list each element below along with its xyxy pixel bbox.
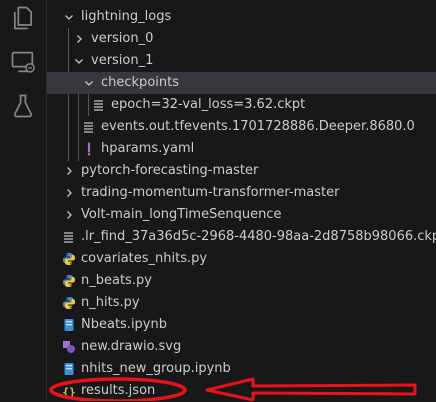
tree-item-label: n_hits.py [81,295,140,310]
tree-item-pytorch-forecasting-master[interactable]: pytorch-forecasting-master [47,160,436,182]
tree-item-label: epoch=32-val_loss=3.62.ckpt [111,97,306,112]
tree-item-events-out-tfevents-1701728886-deeper-8680-0[interactable]: events.out.tfevents.1701728886.Deeper.86… [47,116,436,138]
lines-file-icon [82,120,96,134]
tree-item-label: Nbeats.ipynb [81,317,167,332]
chevron-down-icon[interactable] [73,55,85,67]
lines-file-icon [92,98,106,112]
explorer-icon[interactable] [9,4,37,32]
activity-bar [0,0,47,401]
tree-item-label: version_0 [91,31,154,46]
tree-item-n-beats-py[interactable]: n_beats.py [47,270,436,292]
lines-file-icon [62,230,76,244]
tree-item-covariates-nhits-py[interactable]: covariates_nhits.py [47,248,436,270]
remote-explorer-icon[interactable] [9,48,37,76]
tree-item-n-hits-py[interactable]: n_hits.py [47,292,436,314]
tree-item-label: checkpoints [101,75,179,90]
tree-item-hparams-yaml[interactable]: hparams.yaml [47,138,436,160]
tree-item-label: events.out.tfevents.1701728886.Deeper.86… [101,119,415,134]
notebook-file-icon [62,318,76,332]
svg-file-icon [62,340,76,354]
tree-item-lr-find-37a36d5c-2968-4480-98aa-2d8758b98066-ckpt[interactable]: .lr_find_37a36d5c-2968-4480-98aa-2d8758b… [47,226,436,248]
json-file-icon: {} [62,384,76,399]
tree-item-version-1[interactable]: version_1 [47,50,436,72]
tree-item-volt-main-longtimesenquence[interactable]: Volt-main_longTimeSenquence [47,204,436,226]
tree-item-trading-momentum-transformer-master[interactable]: trading-momentum-transformer-master [47,182,436,204]
tree-item-nbeats-ipynb[interactable]: Nbeats.ipynb [47,314,436,336]
tree-item-nhits-new-group-ipynb[interactable]: nhits_new_group.ipynb [47,358,436,380]
chevron-right-icon[interactable] [63,209,75,221]
python-file-icon [62,274,76,288]
svg-text:{}: {} [62,386,75,399]
tree-item-label: covariates_nhits.py [81,251,208,266]
python-file-icon [62,296,76,310]
tree-item-label: .lr_find_37a36d5c-2968-4480-98aa-2d8758b… [81,229,436,244]
testing-icon[interactable] [9,92,37,120]
tree-item-label: trading-momentum-transformer-master [81,185,340,200]
tree-item-label: version_1 [91,53,154,68]
python-file-icon [62,252,76,266]
tree-item-label: new.drawio.svg [81,339,182,354]
tree-item-results-json[interactable]: {} results.json [47,380,436,402]
chevron-down-icon[interactable] [63,11,75,23]
tree-item-label: results.json [81,383,156,398]
chevron-right-icon[interactable] [73,33,85,45]
tree-item-epoch-32-val-loss-3-62-ckpt[interactable]: epoch=32-val_loss=3.62.ckpt [47,94,436,116]
explorer-tree: lightning_logs version_0 version_1 checkpoi… [47,0,436,401]
tree-item-lightning-logs[interactable]: lightning_logs [47,6,436,28]
tree-item-new-drawio-svg[interactable]: new.drawio.svg [47,336,436,358]
tree-item-label: nhits_new_group.ipynb [81,361,231,376]
tree-item-label: pytorch-forecasting-master [81,163,259,178]
yaml-file-icon [82,142,96,156]
tree-item-label: Volt-main_longTimeSenquence [81,207,282,222]
tree-item-label: hparams.yaml [101,141,195,156]
tree-item-checkpoints[interactable]: checkpoints [47,72,436,94]
chevron-right-icon[interactable] [63,165,75,177]
notebook-file-icon [62,362,76,376]
tree-item-label: n_beats.py [81,273,152,288]
chevron-right-icon[interactable] [63,187,75,199]
tree-item-label: lightning_logs [81,9,172,24]
tree-item-version-0[interactable]: version_0 [47,28,436,50]
chevron-down-icon[interactable] [83,77,95,89]
